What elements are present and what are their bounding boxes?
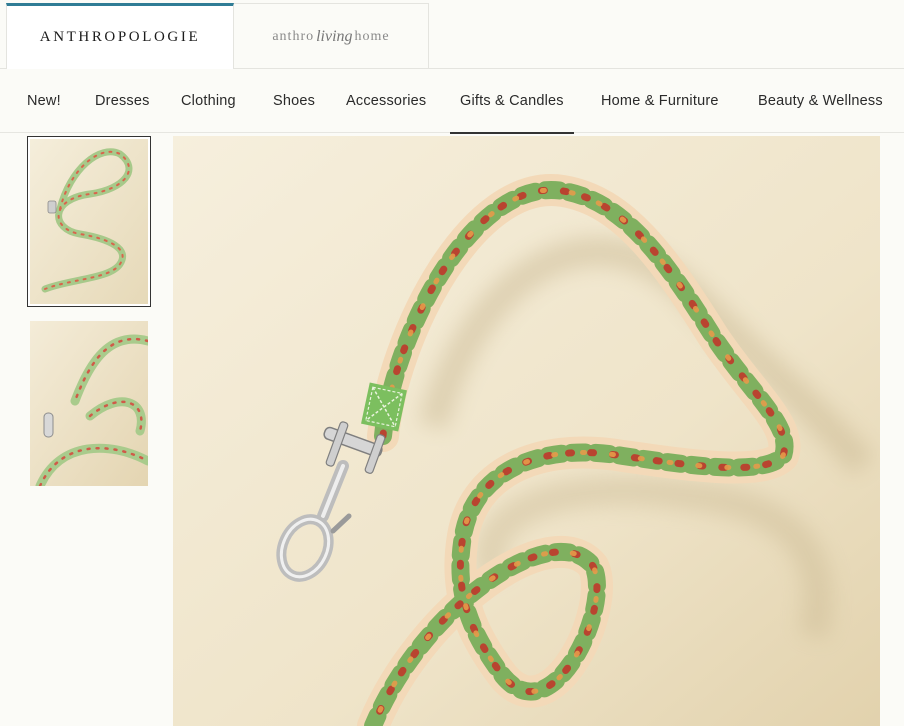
nav-item-gifts-candles[interactable]: Gifts & Candles xyxy=(450,69,574,134)
nav-item-beauty-wellness[interactable]: Beauty & Wellness xyxy=(758,69,883,133)
anthroliving-logo-suffix: home xyxy=(354,28,390,44)
nav-item-accessories[interactable]: Accessories xyxy=(346,69,426,133)
nav-item-new[interactable]: New! xyxy=(27,69,61,133)
brand-bar: ANTHROPOLOGIE anthro living home xyxy=(0,0,904,69)
anthroliving-logo: anthro living home xyxy=(272,28,389,46)
nav-item-clothing[interactable]: Clothing xyxy=(181,69,236,133)
brand-tab-anthropologie[interactable]: ANTHROPOLOGIE xyxy=(6,3,234,69)
product-thumbnail-2[interactable] xyxy=(30,321,148,486)
thumbnail-image-1 xyxy=(30,139,148,304)
category-nav: New! Dresses Clothing Shoes Accessories … xyxy=(0,69,904,134)
nav-item-home-furniture[interactable]: Home & Furniture xyxy=(601,69,719,133)
main-product-image[interactable] xyxy=(173,136,880,726)
product-thumbnail-1[interactable] xyxy=(27,136,151,307)
nav-item-dresses[interactable]: Dresses xyxy=(95,69,150,133)
anthropologie-logo: ANTHROPOLOGIE xyxy=(39,29,201,45)
dog-leash-photo xyxy=(173,136,880,726)
anthroliving-logo-script: living xyxy=(316,27,353,45)
thumbnail-image-2 xyxy=(30,321,148,486)
brand-tab-anthroliving[interactable]: anthro living home xyxy=(234,3,429,69)
anthroliving-logo-prefix: anthro xyxy=(272,28,315,44)
nav-item-shoes[interactable]: Shoes xyxy=(273,69,315,133)
